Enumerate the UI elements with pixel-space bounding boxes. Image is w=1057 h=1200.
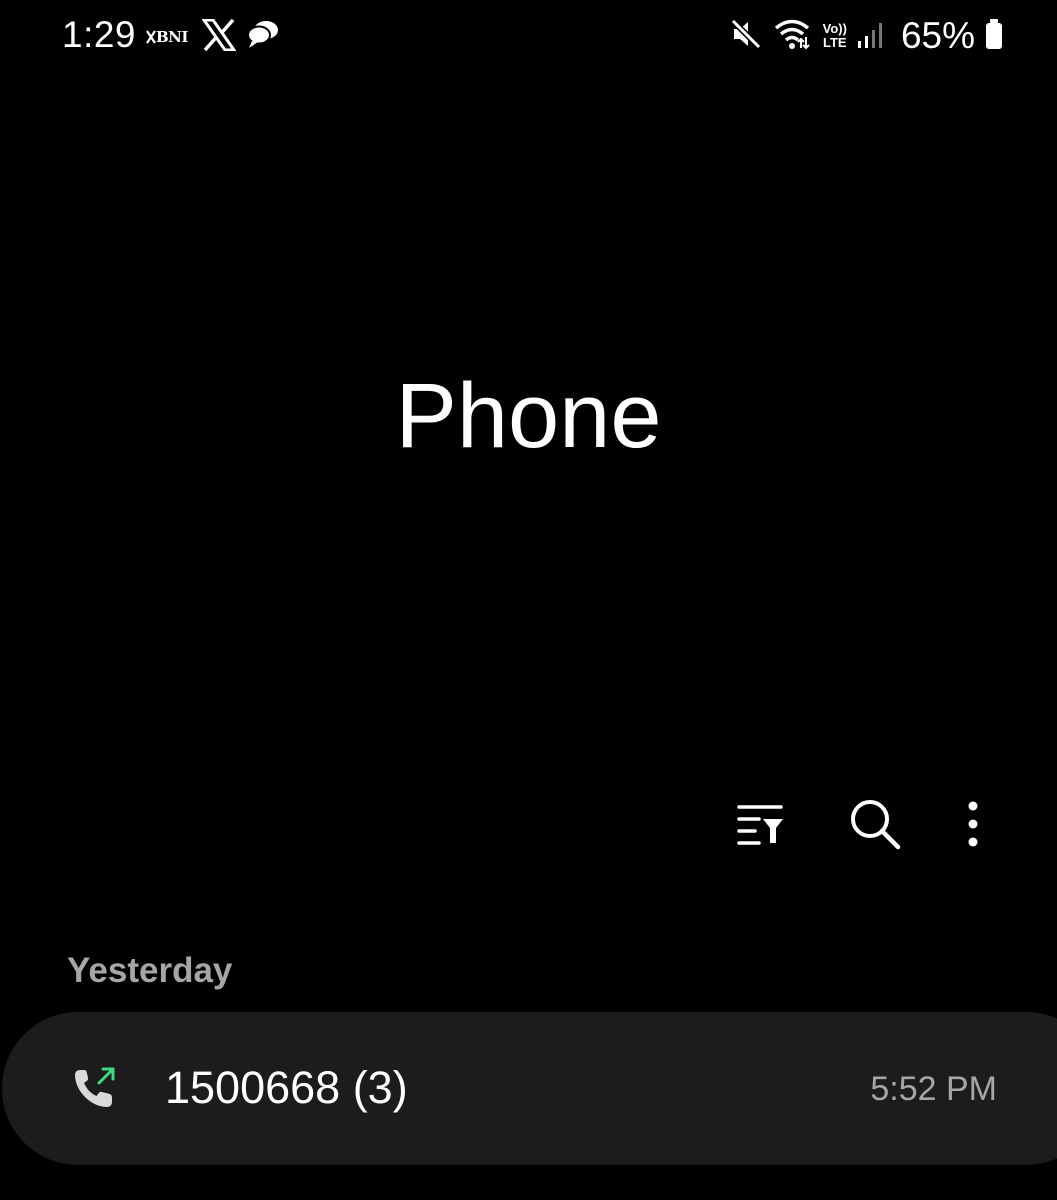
battery-icon	[985, 18, 1003, 55]
battery-percentage: 65%	[900, 15, 975, 56]
signal-icon	[857, 19, 887, 54]
section-header-yesterday: Yesterday	[67, 951, 233, 990]
volte-bottom: LTE	[822, 35, 847, 50]
x-icon	[201, 18, 237, 56]
wifi-icon	[773, 17, 813, 56]
status-time: 1:29	[62, 14, 137, 55]
filter-icon[interactable]	[731, 794, 791, 854]
more-options-icon[interactable]	[943, 794, 1003, 854]
volte-top: Vo))	[822, 21, 847, 36]
status-bar: 1:29 BNI Vo)) LTE 65%	[0, 0, 1057, 76]
page-title: Phone	[395, 365, 662, 467]
call-contact-name: 1500668 (3)	[165, 1062, 408, 1113]
chat-bubble-icon	[246, 19, 280, 56]
volte-icon: Vo)) LTE	[823, 22, 847, 50]
mute-icon	[729, 17, 763, 56]
call-log-item[interactable]: 1500668 (3) 5:52 PM	[2, 1012, 1057, 1165]
call-time: 5:52 PM	[870, 1070, 997, 1108]
outgoing-call-icon	[72, 1064, 120, 1112]
bni-icon: BNI	[146, 28, 192, 46]
bni-label: BNI	[156, 28, 188, 46]
notification-icons: BNI	[146, 18, 280, 56]
search-icon[interactable]	[845, 794, 905, 854]
system-icons: Vo)) LTE 65%	[729, 14, 1003, 58]
